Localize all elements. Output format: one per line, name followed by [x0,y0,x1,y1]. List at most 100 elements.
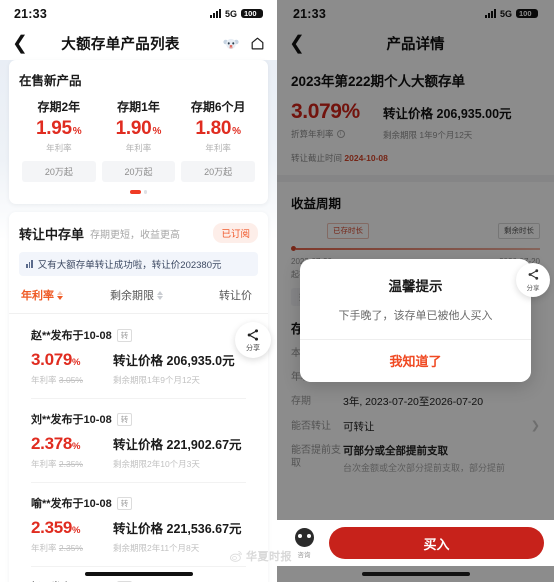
section-separator [277,175,554,182]
carousel-dots[interactable] [19,182,258,198]
listing-remaining: 剩余期限1年9个月12天 [113,375,200,385]
listing-original-rate: 年利率 2.35% [31,458,113,470]
back-icon[interactable]: ❮ [12,34,34,53]
product-rate: 1.80% [181,119,255,138]
info-icon[interactable]: i [336,130,345,138]
list-item[interactable]: 喻**发布于10-08 转 2.359% 转让价格 221,536.67元 年利… [31,483,246,567]
product-rate-value: 1.95 [35,118,72,139]
detail-subtext: 台次金额或全次部分提前支取，部分提前 [343,462,506,473]
remaining-tag: 剩余时长 [498,223,540,239]
sort-option-price[interactable]: 转让价 [175,287,256,303]
sort-option-rate[interactable]: 年利率 [21,287,98,303]
product-rate-pct: % [152,126,162,137]
remaining-term: 剩余期限 1年9个月12天 [383,129,512,141]
transfer-card: 转让中存单 存期更短，收益更高 已订阅 又有大额存单转让成功啦，转让价20238… [9,212,268,582]
sort-arrows-icon [157,290,163,300]
new-products-row: 存期2年 1.95% 年利率 20万起 存期1年 1.90% 年利率 20万起 … [19,98,258,182]
converted-rate-label: 折算年利率 [291,129,334,139]
customer-service-label: 咨询 [297,551,311,559]
buy-button[interactable]: 买入 [329,527,544,559]
left-phone-screen: 21:33 5G 100 ❮ 大额存单产品列表 在售新产品 存期2年 1.95%… [0,0,277,582]
home-icon[interactable] [250,36,265,51]
converted-rate-value: 3.079% [291,100,360,123]
back-icon[interactable]: ❮ [289,34,311,53]
listing-original-rate: 年利率 3.05% [31,374,113,386]
home-indicator [361,572,470,576]
right-status-bar: 21:33 5G 100 [277,0,554,27]
rate-block: 3.079% 折算年利率 i [291,101,383,140]
listing-price-label: 转让价格 [113,522,164,536]
product-tile[interactable]: 存期6个月 1.80% 年利率 20万起 [178,98,258,182]
product-min-amount[interactable]: 20万起 [22,161,96,182]
product-rate-label: 年利率 [125,143,152,153]
customer-service-button[interactable]: 咨询 [287,527,321,559]
product-rate-pct: % [232,126,242,137]
transfer-deadline-value: 2024-10-08 [344,153,388,163]
carousel-dot[interactable] [143,190,148,194]
product-rate-label: 年利率 [205,143,231,153]
product-rate-label: 年利率 [46,143,72,153]
listing-publisher: 赵**发布于10-08 [31,330,112,342]
new-products-title: 在售新产品 [19,74,82,88]
product-tile[interactable]: 存期2年 1.95% 年利率 20万起 [19,98,99,182]
weibo-icon [229,551,242,562]
product-term: 存期2年 [37,100,81,114]
sort-option-remaining[interactable]: 剩余期限 [98,287,175,303]
listing-rate: 3.079% [31,351,113,369]
status-indicators: 5G 100 [209,8,263,19]
product-tile[interactable]: 存期1年 1.90% 年利率 20万起 [99,98,179,182]
listing-header: 喻**发布于10-08 转 [31,495,246,511]
product-name: 2023年第222期个人大额存单 [291,74,466,89]
listing-main: 2.378% 转让价格 221,902.67元 [31,434,246,453]
list-item[interactable]: 刘**发布于10-08 转 2.378% 转让价格 221,902.67元 年利… [31,399,246,483]
remaining-term-value: 1年9个月12天 [419,130,473,140]
left-status-bar: 21:33 5G 100 [0,0,277,27]
remaining-term-label: 剩余期限 [383,130,418,140]
listing-main: 2.359% 转让价格 221,536.67元 [31,518,246,537]
notice-text: 又有大额存单转让成功啦，转让价202380元 [37,260,222,271]
network-label: 5G [224,8,237,19]
transfer-deadline-label: 转让截止时间 [291,153,343,163]
listing-header: 赵**发布于10-08 转 [31,327,246,343]
list-item[interactable]: 赵**发布于10-08 转 3.079% 转让价格 206,935.0元 年利率… [31,327,246,399]
alert-dialog: 温馨提示 下手晚了，该存单已被他人买入 我知道了 [300,259,531,382]
listing-sub: 年利率 2.35% 剩余期限2年10个月3天 [31,458,246,470]
detail-value: 可转让 [343,420,375,433]
product-term: 存期6个月 [190,100,246,114]
notice-bar[interactable]: 又有大额存单转让成功啦，转让价202380元 [19,252,258,276]
product-min-amount[interactable]: 20万起 [181,161,256,182]
listing-header: 刘**发布于10-08 转 [31,411,246,427]
watermark-text: 华夏时报 [246,551,292,563]
listing-original-rate: 年利率 2.35% [31,542,113,554]
listing-rate: 2.378% [31,435,113,453]
dual-screenshot: 21:33 5G 100 ❮ 大额存单产品列表 在售新产品 存期2年 1.95%… [0,0,554,582]
timeline-tags: 已存时长 剩余时长 [291,223,540,239]
koala-mascot-icon[interactable] [223,36,239,52]
carousel-dot-active[interactable] [129,190,141,194]
product-min-amount[interactable]: 20万起 [101,161,176,182]
transfer-price: 转让价格 206,935.00元 [383,103,512,122]
transfer-price-value: 206,935.00元 [436,107,512,121]
dialog-confirm-button[interactable]: 我知道了 [300,340,531,382]
page-title: 大额存单产品列表 [61,37,180,53]
detail-value: 3年, 2023-07-20至2026-07-20 [343,396,484,409]
converted-rate-caption: 折算年利率 i [291,128,383,140]
listing-rate-value: 2.378 [31,434,73,453]
listing-original-rate-label: 年利率 [31,459,57,469]
status-indicators: 5G 100 [484,8,538,19]
share-icon [528,269,538,280]
listing-original-rate-value: 3.05% [58,375,83,385]
transfer-tag: 转 [116,496,133,510]
battery-icon: 100 [515,8,538,19]
listing-remaining: 剩余期限2年10个月3天 [113,459,200,469]
share-fab-button[interactable]: 分享 [516,263,550,297]
listing-rate-value: 3.079 [31,350,73,369]
listing-rate: 2.359% [31,519,113,537]
detail-row-transferable[interactable]: 能否转让 可转让 ❯ [277,410,554,434]
subscribe-badge[interactable]: 已订阅 [213,223,258,243]
listing-original-rate-label: 年利率 [31,375,57,385]
chevron-right-icon: ❯ [530,419,540,432]
listing-price: 转让价格 221,536.67元 [113,518,242,537]
share-fab-button[interactable]: 分享 [235,322,271,358]
detail-key: 能否提前支取 [291,444,341,470]
